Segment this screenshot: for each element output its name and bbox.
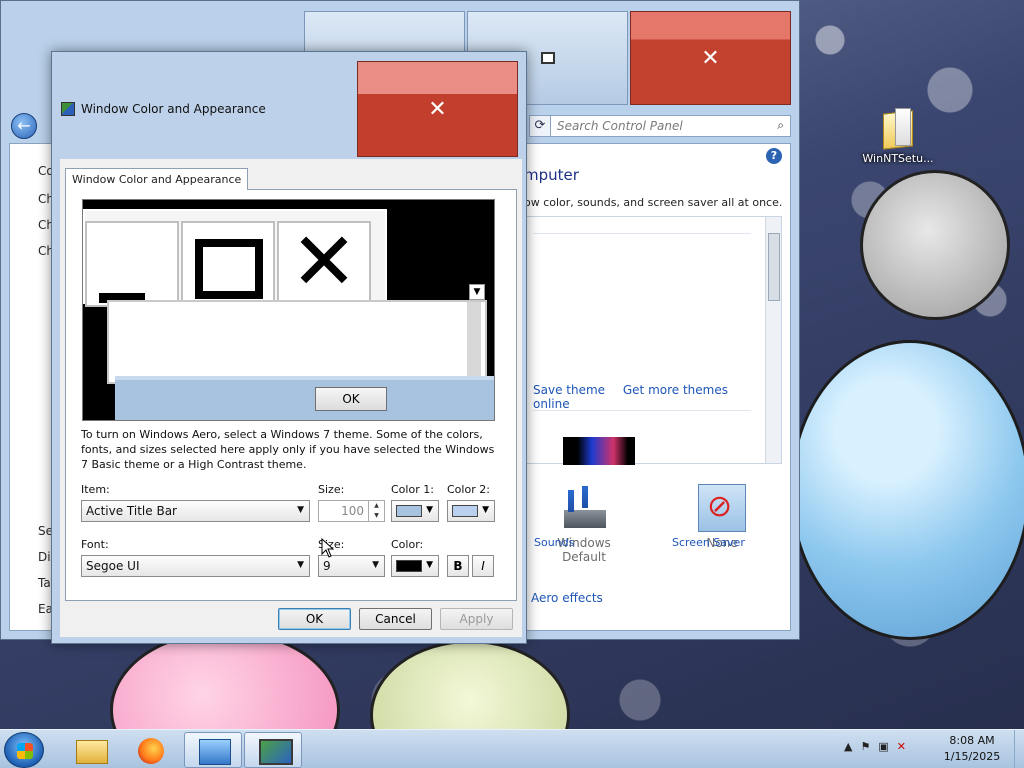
item-select[interactable]: Active Title Bar ▼: [81, 500, 310, 522]
font-color-label: Color:: [391, 538, 424, 551]
dialog-close-button[interactable]: ✕: [357, 61, 518, 157]
item-size-value: 100: [341, 504, 364, 518]
network-icon[interactable]: ▣: [878, 740, 888, 753]
divider: [533, 410, 751, 411]
dialog-body: Window Color and Appearance ✕ ▼ OK To tu…: [60, 159, 522, 637]
clock-time: 8:08 AM: [949, 734, 995, 747]
theme-settings: Sounds Windows Default Screen Saver None: [524, 484, 794, 594]
taskbar: ▲ ⚑ ▣ ✕ 8:08 AM 1/15/2025: [0, 729, 1024, 768]
preview-scrollbar: [467, 302, 481, 380]
preview-minimize-icon: [85, 221, 179, 307]
start-button[interactable]: [4, 732, 44, 768]
desktop-icon-winntsetup[interactable]: WinNTSetu...: [858, 108, 938, 165]
tab-panel: ✕ ▼ OK To turn on Windows Aero, select a…: [65, 189, 517, 601]
volume-muted-icon[interactable]: ✕: [897, 740, 906, 753]
appearance-preview[interactable]: ✕ ▼ OK: [82, 199, 495, 421]
italic-button[interactable]: I: [472, 555, 494, 577]
close-icon: ✕: [428, 96, 447, 122]
chevron-down-icon: ▼: [372, 560, 379, 570]
close-button[interactable]: ✕: [630, 11, 791, 105]
aero-effects-link[interactable]: Aero effects: [531, 591, 603, 605]
clock[interactable]: 8:08 AM 1/15/2025: [930, 733, 1014, 765]
scrollbar-thumb[interactable]: [768, 233, 780, 301]
font-color-swatch: [396, 560, 422, 572]
sounds-icon: [560, 484, 608, 532]
window-color-appearance-dialog: Window Color and Appearance ✕ Window Col…: [51, 51, 527, 644]
preview-dropdown-arrow-icon: ▼: [469, 284, 485, 300]
preview-ok-button: OK: [315, 387, 387, 411]
system-tray: ▲ ⚑ ▣ ✕: [844, 740, 906, 753]
color2-label: Color 2:: [447, 483, 490, 496]
page-subtitle: ow color, sounds, and screen saver all a…: [524, 196, 783, 209]
dialog-title: Window Color and Appearance: [81, 102, 266, 116]
preview-maximize-icon: [181, 221, 275, 307]
font-size-value: 9: [323, 559, 331, 573]
spin-arrows-icon[interactable]: ▲ ▼: [368, 501, 384, 521]
aero-description: To turn on Windows Aero, select a Window…: [81, 428, 495, 471]
color1-button[interactable]: ▼: [391, 500, 439, 522]
help-icon[interactable]: ?: [766, 148, 782, 164]
show-desktop-button[interactable]: [1014, 730, 1024, 768]
close-icon: ✕: [701, 45, 720, 71]
page-title: mputer: [524, 166, 579, 184]
display-icon: [61, 102, 75, 116]
chevron-down-icon: ▼: [297, 505, 304, 515]
themes-scrollbar[interactable]: [765, 217, 781, 463]
chevron-down-icon: ▼: [297, 560, 304, 570]
item-size-stepper[interactable]: 100 ▲ ▼: [318, 500, 385, 522]
explorer-taskbar-icon[interactable]: [62, 732, 120, 768]
wallpaper-elephant-character: [790, 340, 1024, 640]
color2-button[interactable]: ▼: [447, 500, 495, 522]
search-input[interactable]: Search Control Panel ⌕: [550, 115, 791, 137]
mouse-cursor-icon: [321, 538, 335, 558]
folder-icon: [881, 108, 915, 148]
screen-saver-item[interactable]: Screen Saver None: [672, 484, 772, 550]
wallpaper-bear-character: [860, 170, 1010, 320]
bold-button[interactable]: B: [447, 555, 469, 577]
display-settings-taskbar-icon[interactable]: [244, 732, 302, 768]
apply-button[interactable]: Apply: [440, 608, 513, 630]
search-icon[interactable]: ⌕: [777, 118, 784, 133]
chevron-down-icon: ▼: [426, 560, 433, 570]
restore-icon: [540, 52, 555, 64]
chevron-down-icon: ▼: [426, 505, 433, 515]
tab-window-color-appearance[interactable]: Window Color and Appearance: [65, 168, 249, 190]
back-button[interactable]: ←: [11, 113, 37, 139]
control-panel-taskbar-icon[interactable]: [184, 732, 242, 768]
action-center-flag-icon[interactable]: ⚑: [860, 740, 870, 753]
firefox-taskbar-icon[interactable]: [122, 732, 180, 768]
item-size-label: Size:: [318, 483, 345, 496]
themes-list[interactable]: Save theme Get more themes online: [522, 216, 782, 465]
font-size-select[interactable]: 9 ▼: [318, 555, 385, 577]
sounds-label[interactable]: Sounds: [534, 536, 574, 549]
refresh-button[interactable]: ⟳: [529, 115, 551, 137]
screen-saver-label[interactable]: Screen Saver: [672, 536, 745, 549]
sounds-item[interactable]: Sounds Windows Default: [534, 484, 634, 564]
screen-saver-icon: [698, 484, 746, 532]
clock-date: 1/15/2025: [943, 750, 1001, 763]
preview-title-bar: ✕: [83, 209, 387, 307]
font-color-button[interactable]: ▼: [391, 555, 439, 577]
preview-close-icon: ✕: [277, 221, 371, 307]
item-select-value: Active Title Bar: [86, 504, 177, 518]
save-theme-link[interactable]: Save theme: [533, 383, 605, 397]
preview-window: [107, 300, 487, 384]
color1-label: Color 1:: [391, 483, 434, 496]
chevron-down-icon: ▼: [482, 505, 489, 515]
color1-swatch: [396, 505, 422, 517]
font-select-value: Segoe UI: [86, 559, 140, 573]
theme-links: Save theme Get more themes online: [533, 383, 781, 411]
divider: [533, 233, 751, 234]
desktop-icon-label: WinNTSetu...: [862, 152, 934, 165]
show-hidden-icons-icon[interactable]: ▲: [844, 740, 852, 753]
ok-button[interactable]: OK: [278, 608, 351, 630]
color2-swatch: [452, 505, 478, 517]
theme-thumbnail[interactable]: [563, 437, 635, 465]
search-placeholder: Search Control Panel: [557, 119, 683, 133]
item-label: Item:: [81, 483, 110, 496]
font-select[interactable]: Segoe UI ▼: [81, 555, 310, 577]
font-label: Font:: [81, 538, 109, 551]
preview-message-box: OK: [115, 376, 494, 420]
cancel-button[interactable]: Cancel: [359, 608, 432, 630]
